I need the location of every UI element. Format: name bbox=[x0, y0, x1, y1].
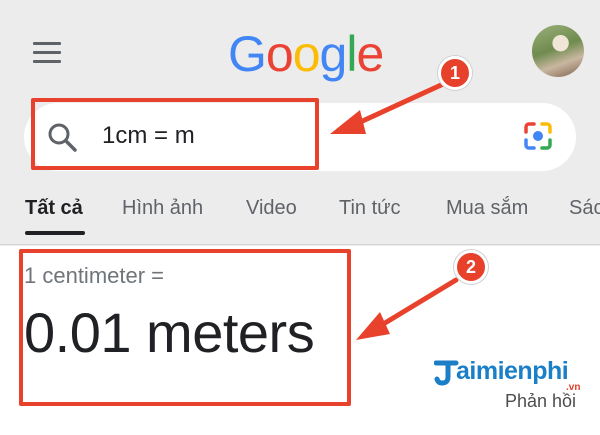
search-tabs: Tất cả Hình ảnh Video Tin tức Mua sắm Sá… bbox=[0, 190, 600, 234]
profile-avatar[interactable] bbox=[532, 25, 584, 77]
tab-videos[interactable]: Video bbox=[246, 190, 297, 230]
logo-letter: e bbox=[356, 26, 384, 82]
tab-shopping[interactable]: Mua sắm bbox=[446, 190, 528, 230]
logo-letter: o bbox=[292, 26, 321, 82]
search-highlight-box bbox=[31, 98, 319, 170]
feedback-link[interactable]: Phản hồi bbox=[505, 391, 576, 412]
watermark-text: aimienphi bbox=[456, 357, 569, 385]
annotation-badge-1: 1 bbox=[438, 56, 472, 90]
logo-letter: G bbox=[228, 26, 267, 82]
result-highlight-box bbox=[19, 249, 351, 406]
logo-letter: l bbox=[346, 26, 357, 82]
logo-letter: g bbox=[319, 26, 348, 82]
tab-news[interactable]: Tin tức bbox=[339, 190, 401, 230]
tab-images[interactable]: Hình ảnh bbox=[122, 190, 203, 230]
annotation-badge-2: 2 bbox=[454, 250, 488, 284]
divider bbox=[0, 244, 600, 245]
hamburger-menu-icon[interactable] bbox=[33, 42, 61, 64]
google-logo[interactable]: Google bbox=[228, 26, 384, 82]
tab-books[interactable]: Sác bbox=[569, 190, 600, 230]
logo-letter: o bbox=[265, 26, 294, 82]
tab-all[interactable]: Tất cả bbox=[25, 190, 83, 230]
google-lens-icon[interactable] bbox=[520, 118, 556, 154]
active-tab-indicator bbox=[25, 231, 85, 235]
